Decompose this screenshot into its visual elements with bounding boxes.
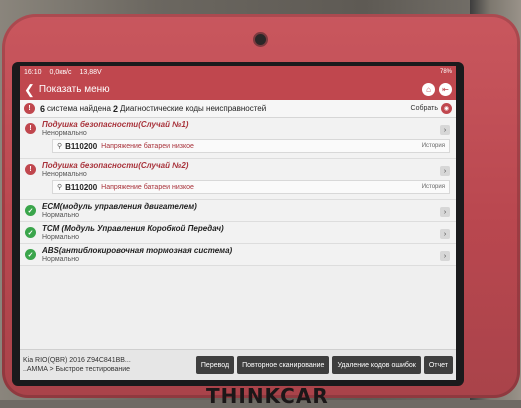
status-voltage: 13,88V: [79, 68, 102, 76]
collapse-button[interactable]: Собрать: [411, 105, 438, 112]
system-row-airbag-2[interactable]: ! Подушка безопасности(Случай №2) Ненорм…: [20, 159, 456, 200]
check-icon: ✓: [25, 227, 36, 238]
chevron-right-icon[interactable]: ›: [440, 207, 450, 217]
system-status: Ненормально: [42, 171, 87, 178]
scan-summary: ! 6 система найдена 2 Диагностические ко…: [20, 100, 456, 118]
history-link[interactable]: История: [422, 143, 445, 149]
app-screen: 16:10 0,0кв/с 13,88V 78% ❮ Показать меню…: [20, 66, 456, 380]
dtc-description: Напряжение батареи низкое: [101, 183, 194, 191]
system-title: Подушка безопасности(Случай №2): [42, 161, 189, 170]
breadcrumb: ..AMMA > Быстрое тестирование: [23, 366, 131, 373]
header-actions: ⌂ ⇤: [422, 82, 452, 96]
vehicle-line-1: Kia RIO(QBR) 2016 Z94C841BB...: [23, 356, 131, 364]
home-icon[interactable]: ⌂: [422, 82, 435, 96]
chevron-right-icon[interactable]: ›: [440, 125, 450, 135]
summary-text-1: система найдена: [47, 104, 111, 113]
system-row-tcm[interactable]: ✓ TCM (Модуль Управления Коробкой Переда…: [20, 222, 456, 244]
search-icon: ⚲: [57, 143, 63, 150]
history-link[interactable]: История: [422, 184, 445, 190]
chevron-right-icon[interactable]: ›: [440, 166, 450, 176]
exit-icon[interactable]: ⇤: [439, 82, 452, 96]
front-camera: [253, 32, 268, 47]
rescan-button[interactable]: Повторное сканирование: [237, 356, 330, 374]
system-status: Нормально: [42, 256, 80, 263]
dtc-code: B110200: [65, 182, 98, 192]
system-status: Нормально: [42, 234, 80, 241]
systems-count: 6: [40, 103, 46, 114]
system-title: ABS(антиблокировочная тормозная система): [42, 246, 233, 255]
system-title: Подушка безопасности(Случай №1): [42, 120, 189, 129]
translate-button[interactable]: Перевод: [195, 356, 235, 374]
bottom-bar: Kia RIO(QBR) 2016 Z94C841BB... ..AMMA > …: [20, 349, 456, 380]
error-icon: !: [25, 123, 36, 134]
status-time: 16:10: [24, 68, 42, 76]
check-icon: ✓: [25, 205, 36, 216]
device-brand-logo: THINKCAR: [206, 384, 329, 408]
dtc-description: Напряжение батареи низкое: [101, 142, 194, 150]
dtc-row[interactable]: ⚲ B110200 Напряжение батареи низкое Исто…: [52, 139, 450, 153]
system-row-ecm[interactable]: ✓ ECM(модуль управления двигателем) Норм…: [20, 200, 456, 222]
system-title: ECM(модуль управления двигателем): [42, 202, 197, 211]
search-icon: ⚲: [57, 184, 63, 191]
dtc-code: B110200: [65, 141, 98, 151]
system-row-abs[interactable]: ✓ ABS(антиблокировочная тормозная систем…: [20, 244, 456, 266]
status-battery: 78%: [439, 69, 452, 75]
report-button[interactable]: Отчет: [423, 356, 453, 374]
clear-codes-button[interactable]: Удаление кодов ошибок: [332, 356, 421, 374]
status-bar: 16:10 0,0кв/с 13,88V 78%: [20, 66, 456, 78]
codes-count: 2: [113, 103, 119, 114]
system-status: Нормально: [42, 212, 80, 219]
summary-text-2: Диагностические коды неисправностей: [120, 104, 267, 113]
app-header: ❮ Показать меню ⌂ ⇤: [20, 78, 456, 100]
system-title: TCM (Модуль Управления Коробкой Передач): [42, 224, 224, 233]
chevron-right-icon[interactable]: ›: [440, 229, 450, 239]
warning-icon: !: [24, 103, 35, 114]
chevron-right-icon[interactable]: ›: [440, 251, 450, 261]
action-buttons: Перевод Повторное сканирование Удаление …: [195, 356, 453, 374]
check-icon: ✓: [25, 249, 36, 260]
back-icon[interactable]: ❮: [24, 83, 35, 96]
system-row-airbag-1[interactable]: ! Подушка безопасности(Случай №1) Ненорм…: [20, 118, 456, 159]
camera-icon[interactable]: ◉: [441, 103, 452, 114]
dtc-row[interactable]: ⚲ B110200 Напряжение батареи низкое Исто…: [52, 180, 450, 194]
vehicle-info: Kia RIO(QBR) 2016 Z94C841BB... ..AMMA > …: [23, 356, 173, 374]
page-title: Показать меню: [38, 83, 110, 95]
status-network: 0,0кв/с: [49, 68, 72, 76]
system-status: Ненормально: [42, 130, 87, 137]
error-icon: !: [25, 164, 36, 175]
